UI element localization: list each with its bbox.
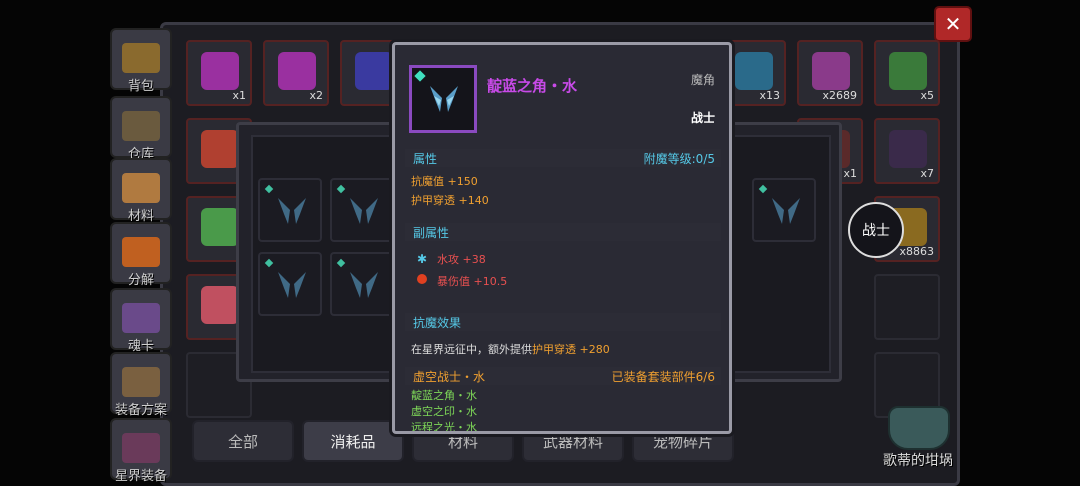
sidebar-item-label: 装备方案 <box>114 403 167 418</box>
item-name: 靛蓝之角・水 <box>487 77 578 95</box>
sidebar-item-backpack[interactable]: 背包 <box>110 28 172 94</box>
sidebar-item-label: 背包 <box>127 79 154 94</box>
inventory-slot[interactable]: x5 <box>874 40 940 106</box>
sub-attribute-line: 暴伤值 +10.5 <box>437 275 508 288</box>
class-badge-label: 战士 <box>862 223 890 239</box>
horn-icon <box>278 198 306 224</box>
sidebar-item-equip-plan[interactable]: 装备方案 <box>110 352 172 418</box>
mask-icon <box>889 130 927 168</box>
water-icon: ✱ <box>417 252 428 266</box>
item-quantity: x2 <box>309 89 323 102</box>
chest-icon <box>201 130 239 168</box>
gem-marker-icon <box>264 184 274 194</box>
item-quantity: x7 <box>920 167 934 180</box>
inventory-slot[interactable]: x7 <box>874 118 940 184</box>
armor-icon <box>889 52 927 90</box>
item-quantity: x2689 <box>822 89 857 102</box>
astral-equip-icon <box>122 433 160 463</box>
decompose-icon <box>122 237 160 267</box>
sidebar-item-label: 分解 <box>127 273 154 288</box>
effect-header: 抗魔效果 <box>405 313 721 331</box>
horn-slot[interactable] <box>330 252 394 316</box>
horn-slot[interactable] <box>752 178 816 242</box>
gem-marker-icon <box>758 184 768 194</box>
attribute-line: 抗魔值 +150 <box>411 175 478 188</box>
gem-marker-icon <box>336 258 346 268</box>
gem-marker-icon <box>414 70 426 82</box>
sidebar-item-label: 星界装备 <box>114 469 167 484</box>
inventory-slot[interactable]: x2689 <box>797 40 863 106</box>
set-status: 已装备套装部件6/6 <box>611 370 715 384</box>
horn-slot[interactable] <box>258 252 322 316</box>
frog-icon <box>201 208 239 246</box>
tab-0[interactable]: 全部 <box>192 420 294 462</box>
sidebar-item-decompose[interactable]: 分解 <box>110 222 172 288</box>
enchant-level: 附魔等级:0/5 <box>643 152 715 166</box>
crystal-icon <box>812 52 850 90</box>
sub-attribute-line: 水攻 +38 <box>437 253 486 266</box>
item-quantity: x13 <box>759 89 780 102</box>
attributes-title: 属性 <box>413 152 438 166</box>
set-item: 远程之光・水 <box>411 421 477 434</box>
backpack-icon <box>122 43 160 73</box>
crucible[interactable]: 歌蒂的坩埚 <box>876 404 960 474</box>
item-icon-frame <box>409 65 477 133</box>
set-item: 虚空之印・水 <box>411 405 477 418</box>
item-quantity: x1 <box>843 167 857 180</box>
inventory-slot[interactable]: x1 <box>186 40 252 106</box>
item-quantity: x5 <box>920 89 934 102</box>
effect-prefix: 在星界远征中，额外提供 <box>411 343 532 356</box>
equip-plan-icon <box>122 367 160 397</box>
horn-icon <box>350 272 378 298</box>
item-tooltip: 靛蓝之角・水 魔角 战士 属性 附魔等级:0/5 抗魔值 +150 护甲穿透 +… <box>392 42 732 434</box>
storage-icon <box>122 111 160 141</box>
sidebar-item-materials[interactable]: 材料 <box>110 158 172 224</box>
crucible-icon <box>888 406 950 450</box>
crucible-label: 歌蒂的坩埚 <box>883 453 953 469</box>
sub-attributes-header: 副属性 <box>405 223 721 241</box>
item-class: 战士 <box>690 111 715 125</box>
horn-slot[interactable] <box>258 178 322 242</box>
materials-icon <box>122 173 160 203</box>
inventory-slot[interactable]: x2 <box>263 40 329 106</box>
soulcard-icon <box>122 303 160 333</box>
fire-icon <box>417 274 427 284</box>
item-quantity: x8863 <box>899 245 934 258</box>
set-header: 虚空战士・水 已装备套装部件6/6 <box>405 367 721 385</box>
horn-icon <box>772 198 800 224</box>
effect-highlight: 护甲穿透 +280 <box>532 343 610 356</box>
close-icon: ✕ <box>944 12 962 36</box>
horn-icon <box>278 272 306 298</box>
potion-icon <box>355 52 393 90</box>
horn-icon <box>430 86 458 112</box>
tab-1[interactable]: 消耗品 <box>302 420 404 462</box>
set-item: 靛蓝之角・水 <box>411 389 477 402</box>
gem-marker-icon <box>336 184 346 194</box>
item-quantity: x1 <box>232 89 246 102</box>
class-badge[interactable]: 战士 <box>848 202 904 258</box>
key-icon <box>201 52 239 90</box>
effect-text: 在星界远征中，额外提供护甲穿透 +280 <box>411 341 610 357</box>
gem-icon <box>735 52 773 90</box>
close-button[interactable]: ✕ <box>934 6 972 42</box>
gem-marker-icon <box>264 258 274 268</box>
book-icon <box>201 286 239 324</box>
inventory-slot[interactable] <box>874 274 940 340</box>
item-category: 魔角 <box>690 73 715 87</box>
effect-title: 抗魔效果 <box>413 316 462 330</box>
horn-icon <box>350 198 378 224</box>
horn-slot[interactable] <box>330 178 394 242</box>
attributes-header: 属性 附魔等级:0/5 <box>405 149 721 167</box>
sidebar-item-astral-equip[interactable]: 星界装备 <box>110 418 172 484</box>
set-name: 虚空战士・水 <box>413 370 486 384</box>
attribute-line: 护甲穿透 +140 <box>411 194 489 207</box>
key-icon <box>278 52 316 90</box>
sidebar-item-storage[interactable]: 仓库 <box>110 96 172 162</box>
sidebar-item-soulcard[interactable]: 魂卡 <box>110 288 172 354</box>
sub-attributes-title: 副属性 <box>413 226 450 240</box>
